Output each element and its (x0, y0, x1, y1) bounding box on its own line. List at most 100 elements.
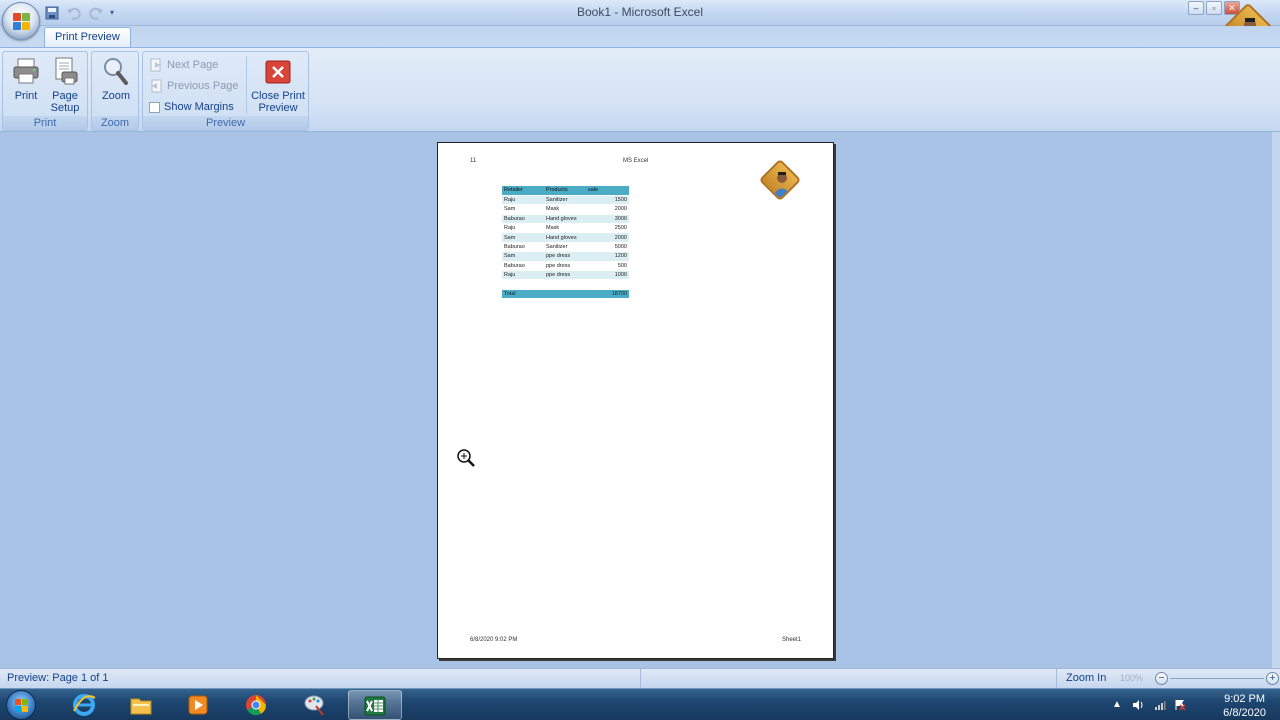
ribbon: Print Page Setup Print Zoom Zoom Next Pa… (0, 47, 1280, 132)
table-cell: ppe dress (544, 270, 586, 281)
show-hidden-icons-icon[interactable]: ▲ (1112, 699, 1124, 711)
zoom-out-icon[interactable]: − (1155, 672, 1168, 685)
next-page-button[interactable]: Next Page (149, 56, 218, 74)
paint-icon (303, 693, 327, 717)
close-preview-label-1: Close Print (251, 90, 305, 102)
checkbox-icon[interactable] (149, 101, 160, 113)
zoom-in-icon[interactable]: + (1266, 672, 1279, 685)
table-cell: Sanitizer (544, 242, 586, 253)
previous-page-icon (149, 79, 163, 93)
table-row: Baburao Hand gloves 3000 (502, 214, 629, 225)
data-table: Retailer Products sale Raju Sanitizer 1500… (502, 186, 629, 300)
table-row: Sam ppe dress 1200 (502, 251, 629, 262)
start-button[interactable] (2, 689, 42, 720)
close-preview-icon (263, 56, 293, 86)
table-row: Raju Mask 2500 (502, 223, 629, 234)
print-group: Print Page Setup Print (2, 51, 88, 131)
column-header: Products (544, 186, 586, 196)
table-cell: 2000 (586, 204, 629, 215)
preview-page[interactable]: 11 MS Excel Retailer Products sale Raju S… (437, 142, 834, 659)
print-label: Print (14, 90, 38, 102)
office-button[interactable] (2, 2, 40, 40)
zoom-button[interactable]: Zoom (96, 54, 136, 102)
minimize-button[interactable]: – (1188, 1, 1204, 15)
column-header: Retailer (502, 186, 544, 196)
table-cell: 18700 (586, 289, 629, 300)
header-left: 11 (470, 158, 477, 164)
column-header: sale (586, 186, 629, 196)
zoom-slider[interactable] (1170, 678, 1264, 679)
print-group-label: Print (3, 116, 87, 130)
table-cell: 1500 (586, 195, 629, 206)
table-cell: Sanitizer (544, 195, 586, 206)
next-page-label: Next Page (167, 59, 219, 71)
system-tray: ▲ 9:02 PM 6/8/2020 (1110, 689, 1280, 720)
taskbar-excel[interactable] (348, 690, 402, 720)
taskbar-media-player[interactable] (172, 690, 226, 720)
ribbon-tab-strip: Print Preview (0, 26, 1280, 48)
table-cell: Baburao (502, 214, 544, 225)
preview-group: Next Page Previous Page Show Margins Clo… (142, 51, 309, 131)
zoom-cursor-icon (456, 448, 476, 468)
action-center-flag-icon[interactable] (1174, 699, 1186, 711)
table-cell: Mask (544, 223, 586, 234)
zoom-group: Zoom Zoom (91, 51, 139, 131)
zoom-label: Zoom (101, 90, 131, 102)
table-cell: 3000 (586, 214, 629, 225)
office-logo-icon (13, 13, 31, 31)
table-cell: Sam (502, 251, 544, 262)
footer-left: 6/8/2020 9:02 PM (470, 637, 518, 643)
table-cell: Raju (502, 270, 544, 281)
table-cell: Sam (502, 232, 544, 243)
close-print-preview-button[interactable]: Close Print Preview (247, 54, 309, 114)
status-text: Preview: Page 1 of 1 (7, 672, 109, 684)
table-header-row: Retailer Products sale (502, 186, 629, 196)
table-cell: 1000 (586, 270, 629, 281)
internet-explorer-icon (72, 693, 96, 717)
table-cell: ppe dress (544, 261, 586, 272)
magnifier-icon (101, 56, 131, 86)
table-cell: Hand gloves (544, 232, 586, 243)
restore-button[interactable]: ▫ (1206, 1, 1222, 15)
network-icon[interactable] (1154, 699, 1166, 711)
table-row: Baburao Sanitizer 5000 (502, 242, 629, 253)
table-row: Sam Mask 2000 (502, 204, 629, 215)
table-row: Baburao ppe dress 500 (502, 261, 629, 272)
clock-date: 6/8/2020 (1223, 707, 1266, 719)
clock[interactable]: 9:02 PM 6/8/2020 (1223, 692, 1266, 720)
zoom-percent: 100% (1120, 673, 1144, 683)
table-cell (544, 279, 586, 290)
header-center: MS Excel (623, 158, 649, 164)
table-cell: Sam (502, 204, 544, 215)
table-cell: Raju (502, 223, 544, 234)
chrome-icon (244, 693, 268, 717)
table-cell (544, 289, 586, 300)
volume-icon[interactable] (1132, 699, 1144, 711)
page-setup-button[interactable]: Page Setup (45, 54, 85, 114)
taskbar-internet-explorer[interactable] (58, 690, 112, 720)
show-margins-checkbox[interactable]: Show Margins (149, 98, 234, 116)
table-cell: 2000 (586, 232, 629, 243)
previous-page-button[interactable]: Previous Page (149, 77, 239, 95)
window-controls: – ▫ ✕ (1188, 1, 1240, 15)
table-cell: ppe dress (544, 251, 586, 262)
taskbar-file-explorer[interactable] (115, 690, 169, 720)
table-cell: 2500 (586, 223, 629, 234)
table-cell: 500 (586, 261, 629, 272)
page-setup-label-1: Page (52, 90, 78, 102)
taskbar: ▲ 9:02 PM 6/8/2020 (0, 688, 1280, 720)
status-bar: Preview: Page 1 of 1 Zoom In 100% − + (0, 668, 1280, 689)
tab-print-preview[interactable]: Print Preview (44, 27, 131, 48)
status-divider (640, 669, 641, 689)
media-player-icon (186, 693, 210, 717)
taskbar-chrome[interactable] (230, 690, 284, 720)
taskbar-paint[interactable] (289, 690, 343, 720)
vertical-scrollbar[interactable] (1272, 132, 1280, 668)
folder-icon (129, 693, 153, 717)
status-divider (1056, 669, 1057, 689)
print-button[interactable]: Print (7, 54, 45, 102)
table-total-row: Total 18700 (502, 289, 629, 300)
table-cell: Total (502, 289, 544, 300)
zoom-in-label[interactable]: Zoom In (1066, 672, 1106, 684)
table-row (502, 279, 629, 290)
